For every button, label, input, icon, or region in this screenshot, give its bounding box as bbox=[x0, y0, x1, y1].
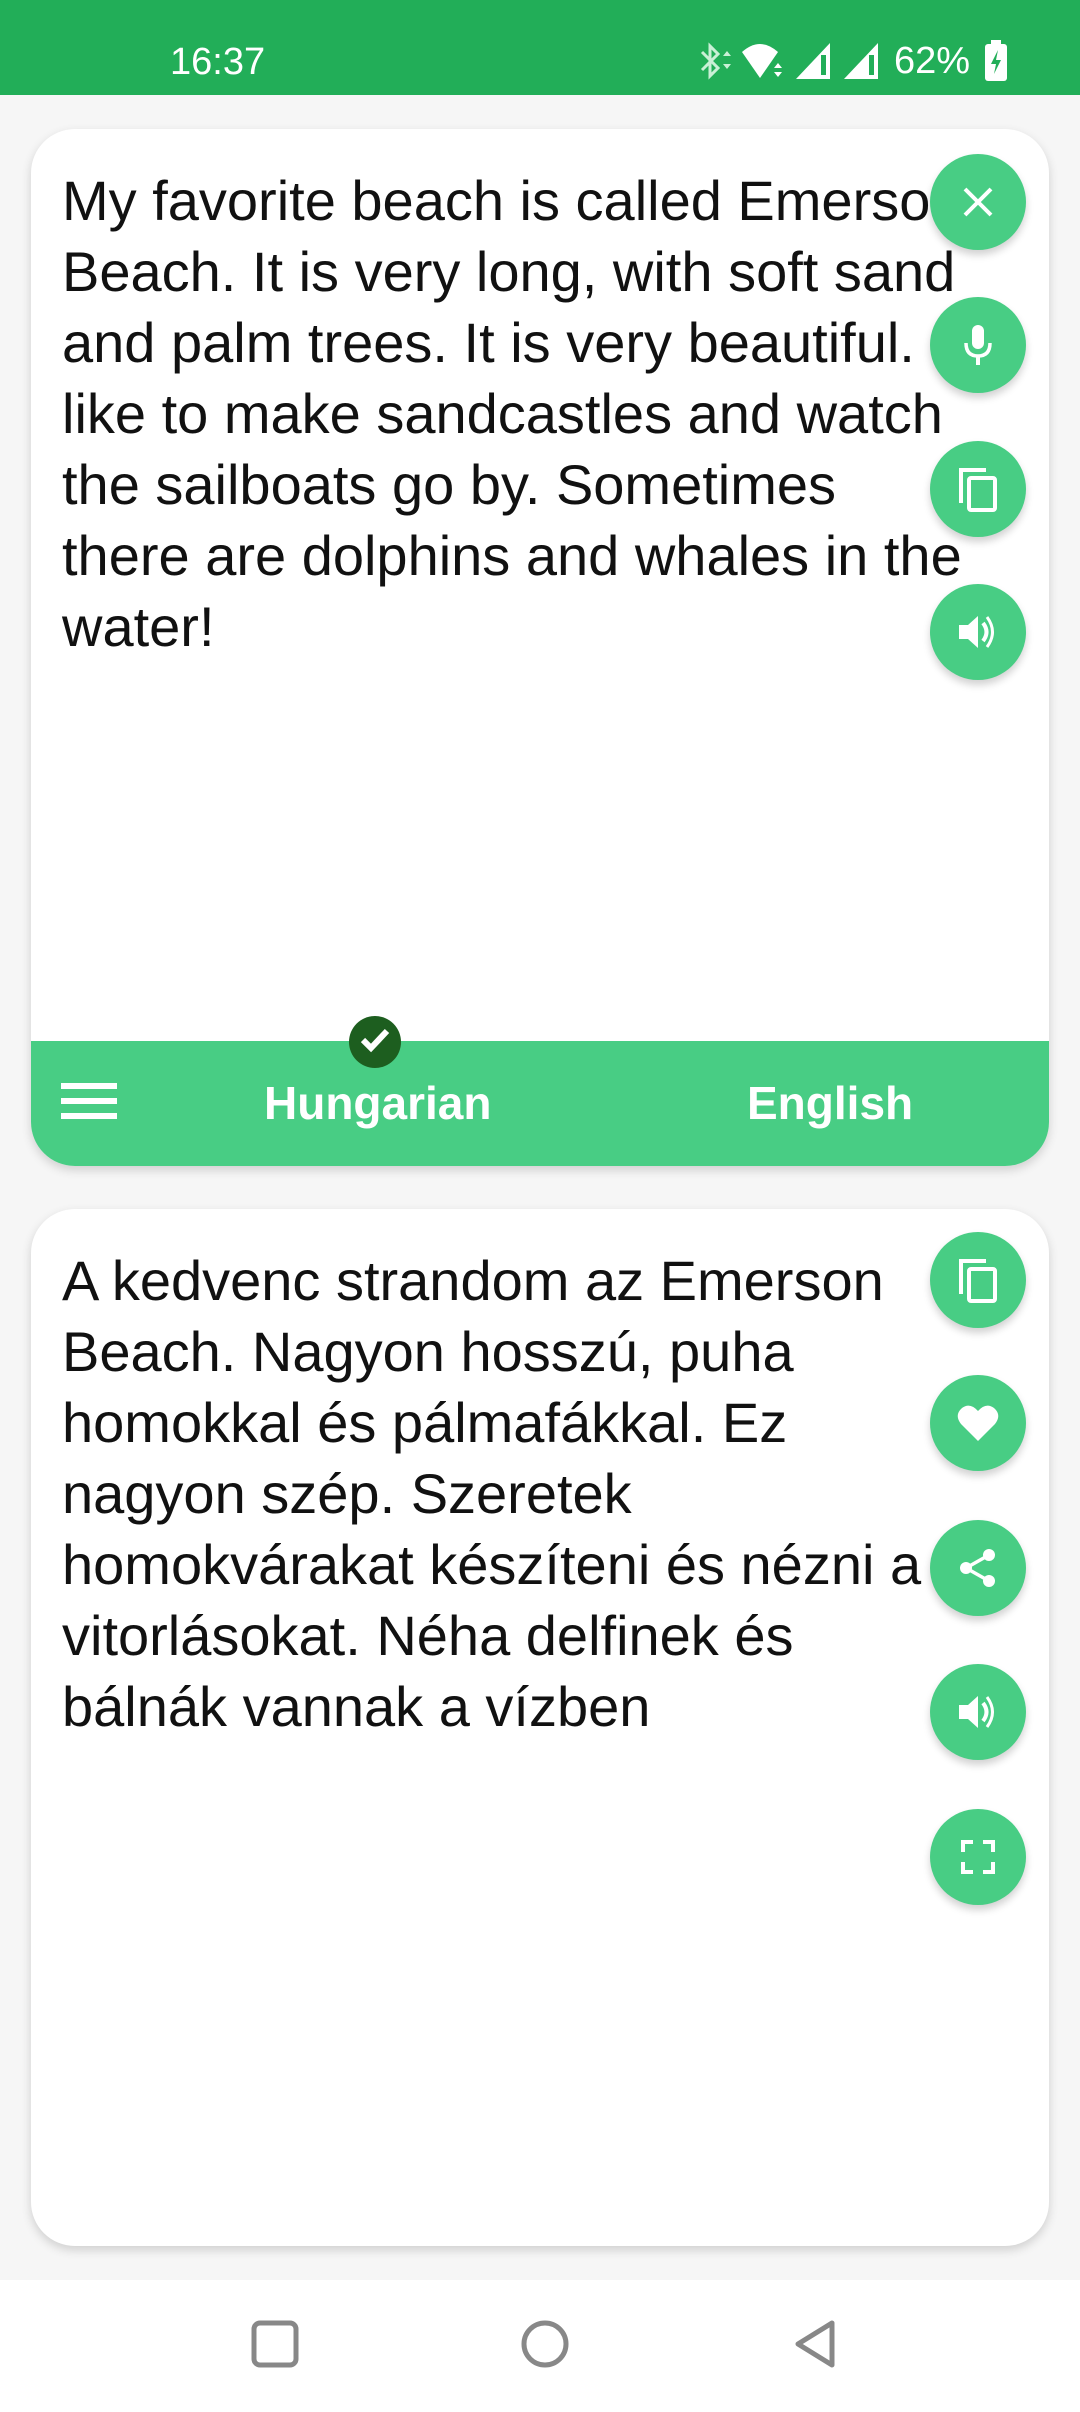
checkmark-icon bbox=[360, 1027, 390, 1058]
bluetooth-icon bbox=[698, 40, 732, 82]
back-button[interactable] bbox=[785, 2316, 845, 2376]
recents-button[interactable] bbox=[245, 2316, 305, 2376]
copy-translation-button[interactable] bbox=[930, 1232, 1026, 1328]
speak-translation-button[interactable] bbox=[930, 1664, 1026, 1760]
source-text-input[interactable]: My favorite beach is called Emerson Beac… bbox=[62, 165, 962, 662]
fullscreen-button[interactable] bbox=[930, 1809, 1026, 1905]
copy-icon bbox=[956, 465, 1000, 513]
translation-card: A kedvenc strandom az Emerson Beach. Nag… bbox=[31, 1209, 1049, 2246]
share-icon bbox=[956, 1546, 1000, 1590]
menu-button[interactable] bbox=[61, 1079, 117, 1123]
hamburger-line bbox=[61, 1113, 117, 1119]
home-button[interactable] bbox=[515, 2316, 575, 2376]
microphone-icon bbox=[963, 323, 993, 367]
favorite-button[interactable] bbox=[930, 1375, 1026, 1471]
hamburger-line bbox=[61, 1098, 117, 1104]
source-card: My favorite beach is called Emerson Beac… bbox=[31, 129, 1049, 1166]
signal-icon bbox=[794, 41, 834, 81]
recents-icon bbox=[250, 2319, 300, 2374]
copy-icon bbox=[956, 1256, 1000, 1304]
battery-percent: 62% bbox=[893, 40, 970, 82]
heart-icon bbox=[956, 1403, 1000, 1443]
share-button[interactable] bbox=[930, 1520, 1026, 1616]
system-nav-bar bbox=[0, 2280, 1080, 2412]
speaker-icon bbox=[956, 612, 1000, 652]
battery-charging-icon bbox=[984, 40, 1008, 82]
source-language-selector[interactable]: Hungarian bbox=[264, 1075, 491, 1131]
copy-source-button[interactable] bbox=[930, 441, 1026, 537]
speak-source-button[interactable] bbox=[930, 584, 1026, 680]
target-language-selector[interactable]: English bbox=[747, 1075, 913, 1131]
status-icons: 62% bbox=[698, 38, 1008, 84]
status-time: 16:37 bbox=[170, 41, 266, 83]
home-icon bbox=[520, 2319, 570, 2374]
translation-text: A kedvenc strandom az Emerson Beach. Nag… bbox=[62, 1249, 922, 1738]
selected-check-badge bbox=[349, 1016, 401, 1068]
wifi-icon bbox=[740, 40, 786, 82]
hamburger-menu-icon bbox=[61, 1083, 117, 1089]
close-icon bbox=[960, 184, 996, 220]
voice-input-button[interactable] bbox=[930, 297, 1026, 393]
clear-button[interactable] bbox=[930, 154, 1026, 250]
signal-icon bbox=[842, 41, 882, 81]
fullscreen-icon bbox=[960, 1839, 996, 1875]
status-bar: 16:37 62% bbox=[0, 0, 1080, 95]
speaker-icon bbox=[956, 1692, 1000, 1732]
language-bar: Hungarian English bbox=[31, 1016, 1049, 1166]
back-icon bbox=[790, 2319, 840, 2374]
